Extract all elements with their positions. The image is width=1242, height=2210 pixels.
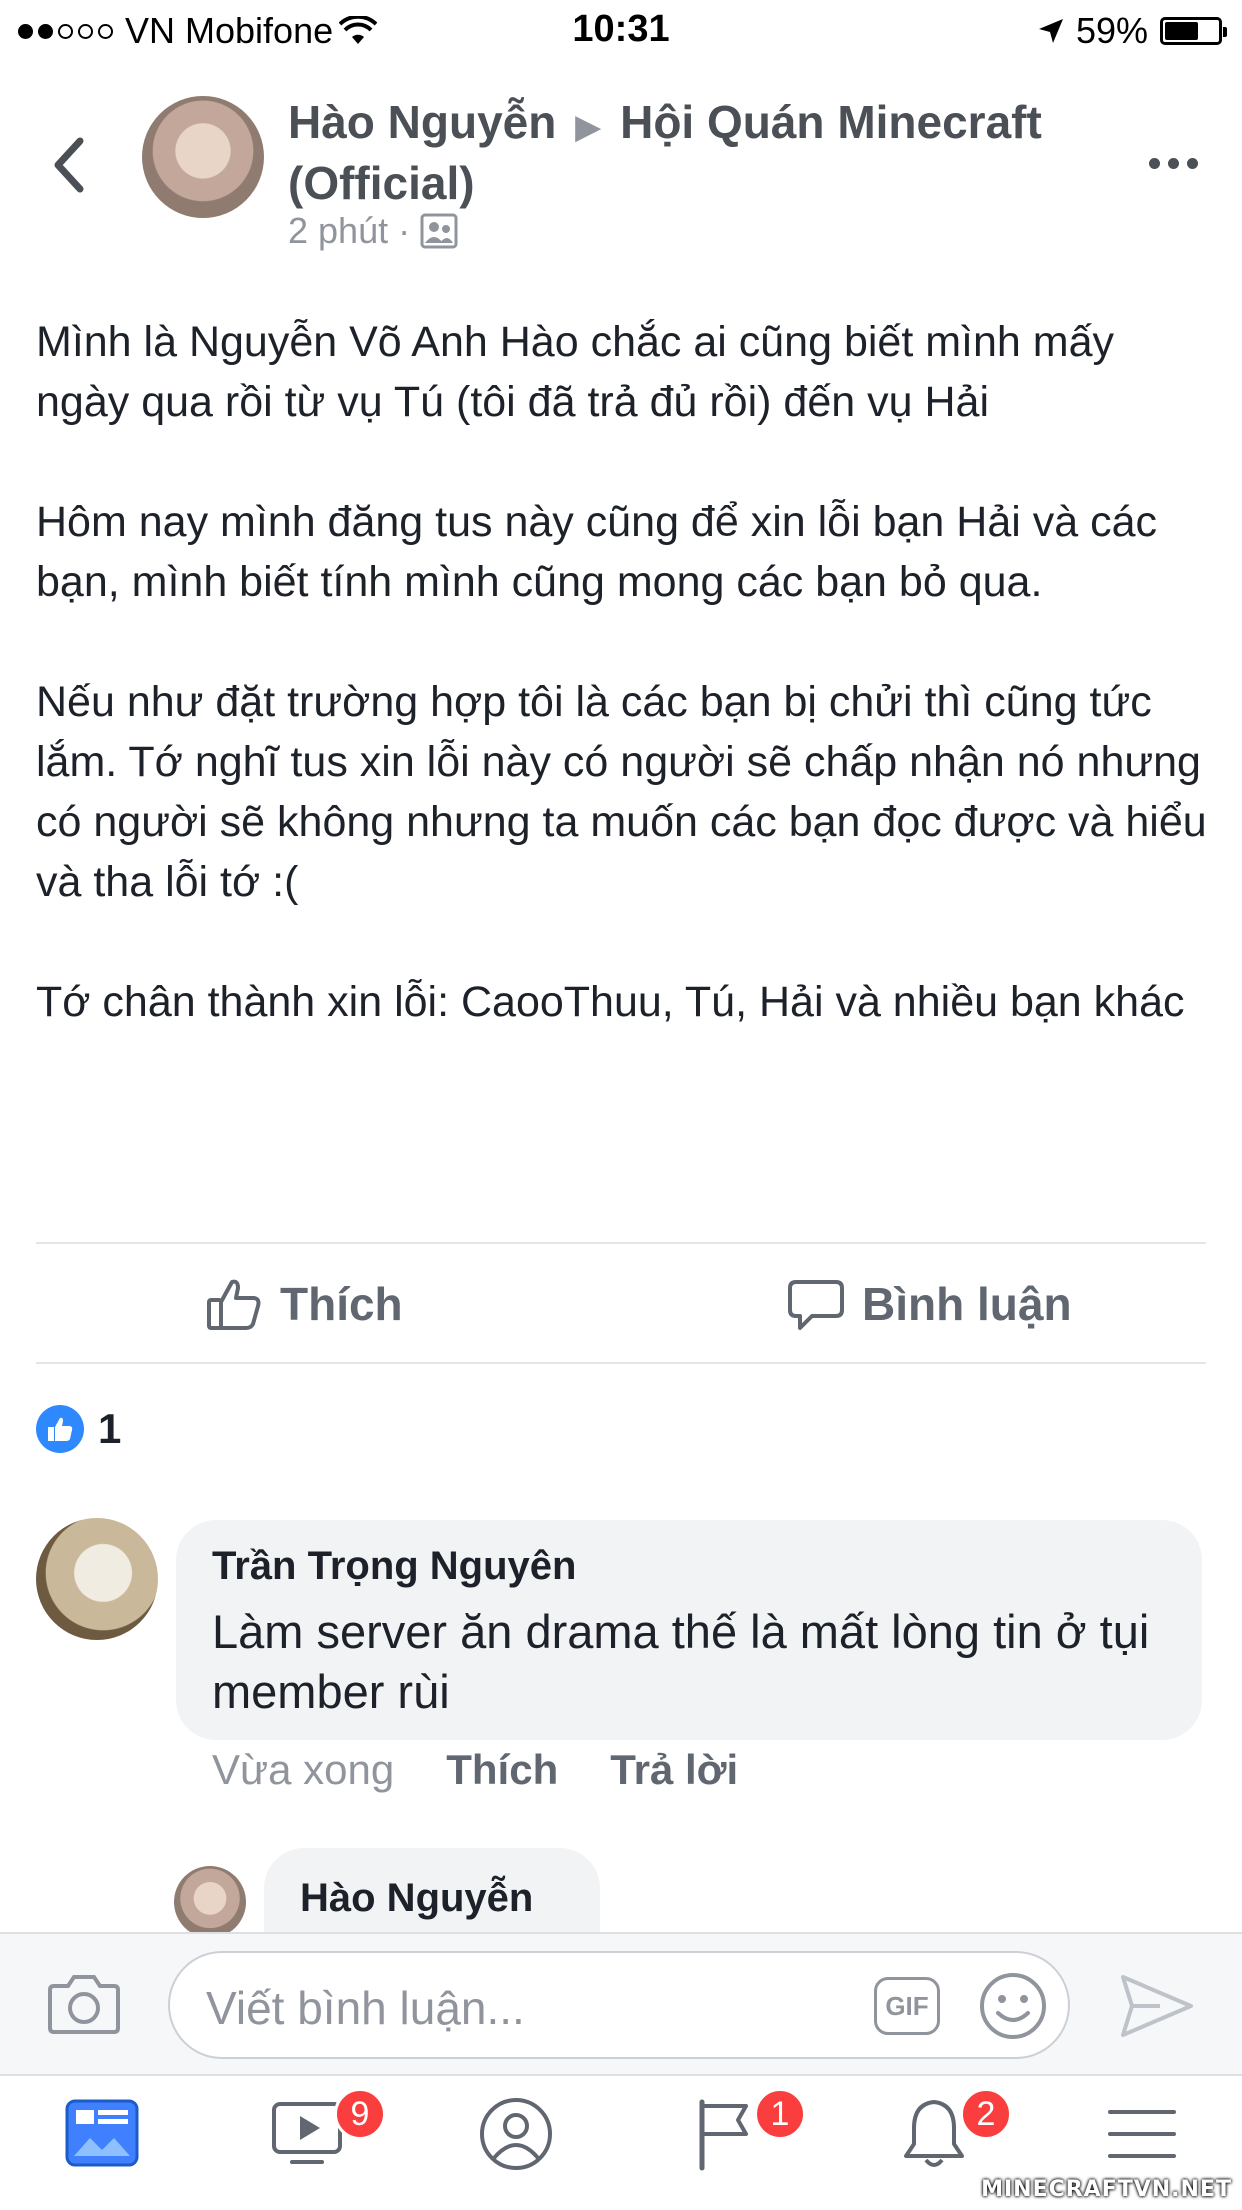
comment-placeholder: Viết bình luận... [206,1982,525,2034]
reply-author[interactable]: Hào Nguyễn [300,1876,533,1921]
comment-time: Vừa xong [212,1746,395,1793]
news-feed-icon [65,2099,139,2167]
divider [36,1362,1206,1364]
author-name[interactable]: Hào Nguyễn [288,96,556,148]
post-meta: 2 phút · [288,210,458,252]
post-paragraph: Tớ chân thành xin lỗi: CaooThuu, Tú, Hải… [36,978,1185,1026]
comment-bubble: Trần Trọng Nguyên Làm server ăn drama th… [176,1520,1202,1740]
back-chevron-icon[interactable] [48,135,92,195]
more-options-icon[interactable] [1149,158,1198,169]
separator-dot: · [398,210,411,251]
like-reaction-icon [36,1405,84,1453]
comment-icon [788,1280,844,1330]
profile-icon [480,2098,552,2170]
author-avatar[interactable] [142,96,264,218]
tab-news-feed[interactable] [64,2096,184,2196]
comment-reply-button[interactable]: Trả lời [610,1746,738,1794]
post-title: Hào Nguyễn ▶ Hội Quán Minecraft (Officia… [288,94,1128,211]
reply-avatar[interactable] [174,1866,246,1938]
commenter-avatar[interactable] [36,1518,158,1640]
comment-like-button[interactable]: Thích [446,1746,558,1794]
tab-profile[interactable] [478,2096,598,2196]
thumbs-up-icon [207,1279,261,1330]
post-paragraph: Hôm nay mình đăng tus này cũng để xin lỗ… [36,498,1158,606]
bottom-tab-bar: 9 1 2 MINECRAFTVN.NET [0,2074,1242,2210]
groups-badge: 1 [754,2088,806,2140]
status-right: 59% [1038,10,1227,52]
post-paragraph: Nếu như đặt trường hợp tôi là các bạn bị… [36,678,1207,906]
tab-watch[interactable]: 9 [270,2088,390,2196]
comment-input[interactable]: Viết bình luận... GIF [168,1951,1070,2059]
post-paragraph: Mình là Nguyễn Võ Anh Hào chắc ai cũng b… [36,318,1115,426]
post-header: Hào Nguyễn ▶ Hội Quán Minecraft (Officia… [0,80,1242,270]
battery-percent: 59% [1075,10,1148,51]
watermark: MINECRAFTVN.NET [981,2177,1232,2202]
triangle-right-icon: ▶ [575,108,602,146]
comment-text: Làm server ăn drama thế là mất lòng tin … [212,1605,1150,1718]
reactions-summary[interactable]: 1 [36,1405,121,1453]
camera-icon[interactable] [48,1972,120,2034]
emoji-icon[interactable] [978,1971,1048,2041]
post-actions: Thích Bình luận [36,1244,1206,1364]
reaction-count: 1 [98,1405,122,1452]
tab-groups[interactable]: 1 [690,2088,810,2196]
comment-label: Bình luận [862,1278,1072,1330]
status-bar: VN Mobifone 10:31 59% [0,0,1242,62]
comment-button[interactable]: Bình luận [788,1244,1072,1364]
like-label: Thích [280,1278,403,1330]
notifications-badge: 2 [960,2088,1012,2140]
post-body: Mình là Nguyễn Võ Anh Hào chắc ai cũng b… [36,312,1216,1092]
comment-author[interactable]: Trần Trọng Nguyên [212,1544,576,1589]
like-button[interactable]: Thích [206,1244,403,1364]
battery-icon [1160,17,1227,45]
group-privacy-icon [420,213,458,249]
comment-composer: Viết bình luận... GIF [0,1932,1242,2076]
location-arrow-icon [1038,19,1063,43]
post-time[interactable]: 2 phút [288,210,388,252]
send-icon[interactable] [1120,1974,1194,2038]
gif-button[interactable]: GIF [874,1977,940,2035]
comment-meta: Vừa xong Thích Trả lời [212,1746,738,1794]
hamburger-menu-icon [1108,2110,1176,2158]
video-badge: 9 [334,2088,386,2140]
